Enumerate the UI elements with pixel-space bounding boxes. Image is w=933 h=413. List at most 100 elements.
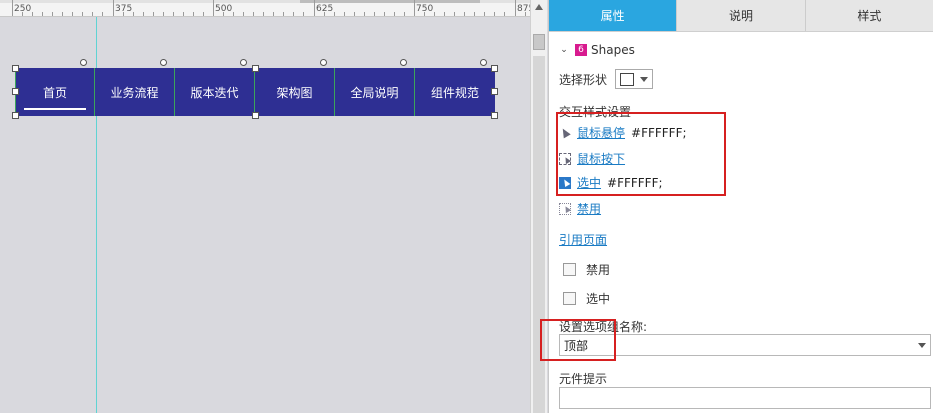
interaction-selected-row: 选中 #FFFFFF; [559, 174, 663, 191]
resize-handle[interactable] [12, 65, 19, 72]
disabled-checkbox-label: 禁用 [586, 263, 611, 277]
interaction-press-row: 鼠标按下 [559, 150, 625, 167]
interaction-hover-row: 鼠标悬停 #FFFFFF; [559, 124, 687, 141]
tab-style[interactable]: 样式 [805, 0, 933, 31]
rotate-handle[interactable] [80, 59, 87, 66]
ruler-minor-tick [374, 12, 375, 16]
ruler-minor-tick [525, 12, 526, 16]
nav-item-label: 业务流程 [110, 85, 159, 100]
ruler-major-tick [113, 0, 114, 16]
resize-handle[interactable] [252, 112, 259, 119]
rotate-handle[interactable] [160, 59, 167, 66]
rotate-handle[interactable] [320, 59, 327, 66]
design-canvas[interactable]: 250375500625750875 首页 业务流程 版本迭代 架构图 全局说明… [0, 0, 530, 413]
selected-state-icon [559, 176, 571, 189]
group-name-combobox[interactable]: 顶部 [559, 334, 931, 356]
nav-item-global-notes[interactable]: 全局说明 [335, 68, 415, 116]
nav-item-label: 首页 [42, 85, 67, 100]
ruler-minor-tick [364, 12, 365, 16]
nav-item-architecture[interactable]: 架构图 [255, 68, 335, 116]
nav-item-label: 架构图 [276, 85, 313, 100]
ruler-minor-tick [223, 12, 224, 16]
ruler-minor-tick [173, 12, 174, 16]
resize-handle[interactable] [252, 65, 259, 72]
nav-item-version-iteration[interactable]: 版本迭代 [175, 68, 255, 116]
selected-checkbox-label: 选中 [586, 292, 611, 306]
ruler-minor-tick [444, 12, 445, 16]
ruler-minor-tick [454, 12, 455, 16]
ruler-minor-tick [153, 12, 154, 16]
horizontal-ruler: 250375500625750875 [0, 0, 530, 17]
nav-item-component-spec[interactable]: 组件规范 [415, 68, 495, 116]
tab-notes[interactable]: 说明 [677, 0, 806, 31]
mouse-press-icon [559, 152, 571, 165]
ruler-minor-tick [434, 12, 435, 16]
ruler-minor-tick [193, 12, 194, 16]
vertical-scrollbar[interactable] [530, 0, 547, 413]
ruler-minor-tick [424, 12, 425, 16]
interaction-style-title: 交互样式设置 [559, 105, 632, 119]
shape-count-badge: 6 [575, 44, 587, 56]
nav-item-home[interactable]: 首页 [15, 68, 95, 116]
select-shape-label: 选择形状 [559, 72, 608, 87]
disabled-checkbox[interactable] [563, 263, 576, 276]
ruler-minor-tick [82, 12, 83, 16]
shapes-section-header[interactable]: ⌄ 6 Shapes [559, 43, 635, 57]
selected-state-link[interactable]: 选中 [577, 174, 601, 191]
resize-handle[interactable] [491, 88, 498, 95]
ruler-minor-tick [494, 12, 495, 16]
select-shape-row: 选择形状 [559, 69, 654, 89]
scroll-track[interactable] [533, 56, 545, 413]
vertical-scroll-thumb[interactable] [533, 34, 545, 50]
ruler-minor-tick [394, 12, 395, 16]
ruler-major-tick [515, 0, 516, 16]
group-name-value: 顶部 [564, 339, 589, 353]
ruler-minor-tick [72, 12, 73, 16]
ruler-minor-tick [293, 12, 294, 16]
disabled-state-icon [559, 202, 571, 215]
tooltip-label-row: 元件提示 [559, 370, 607, 387]
reference-page-link[interactable]: 引用页面 [559, 231, 607, 248]
horizontal-scroll-thumb[interactable] [300, 0, 480, 3]
resize-handle[interactable] [491, 112, 498, 119]
rotate-handle[interactable] [240, 59, 247, 66]
interaction-style-title-row: 交互样式设置 [559, 103, 631, 120]
disabled-state-link[interactable]: 禁用 [577, 200, 601, 217]
ruler-major-tick [12, 0, 13, 16]
chevron-down-icon[interactable] [918, 343, 926, 348]
ruler-minor-tick [32, 12, 33, 16]
selected-checkbox[interactable] [563, 292, 576, 305]
ruler-label: 875 [517, 4, 530, 14]
disabled-checkbox-row[interactable]: 禁用 [563, 261, 610, 278]
chevron-down-icon [640, 76, 649, 82]
nav-item-business-flow[interactable]: 业务流程 [95, 68, 175, 116]
ruler-minor-tick [233, 12, 234, 16]
inspector-panel: 属性 说明 样式 ⌄ 6 Shapes 选择形状 交互样式设置 鼠标悬停 #FF… [548, 0, 933, 413]
ruler-minor-tick [203, 12, 204, 16]
ruler-minor-tick [504, 12, 505, 16]
group-name-label-row: 设置选项组名称: [559, 318, 647, 335]
tooltip-input[interactable] [559, 387, 931, 409]
ruler-minor-tick [183, 12, 184, 16]
tooltip-label: 元件提示 [559, 372, 608, 386]
ruler-minor-tick [62, 12, 63, 16]
mouse-hover-link[interactable]: 鼠标悬停 [577, 124, 625, 141]
ruler-minor-tick [42, 12, 43, 16]
rotate-handle[interactable] [400, 59, 407, 66]
ruler-minor-tick [133, 12, 134, 16]
ruler-minor-tick [123, 12, 124, 16]
tab-properties[interactable]: 属性 [549, 0, 678, 31]
selected-checkbox-row[interactable]: 选中 [563, 290, 610, 307]
chevron-down-icon[interactable]: ⌄ [559, 45, 569, 55]
shape-picker[interactable] [615, 69, 654, 89]
ruler-major-tick [213, 0, 214, 16]
mouse-press-link[interactable]: 鼠标按下 [577, 150, 625, 167]
horizontal-scrollbar[interactable] [0, 0, 530, 3]
resize-handle[interactable] [12, 112, 19, 119]
resize-handle[interactable] [12, 88, 19, 95]
scroll-up-arrow-icon[interactable] [535, 4, 543, 10]
mouse-hover-icon [559, 127, 571, 139]
rotate-handle[interactable] [480, 59, 487, 66]
resize-handle[interactable] [491, 65, 498, 72]
top-nav-bar[interactable]: 首页 业务流程 版本迭代 架构图 全局说明 组件规范 [15, 68, 495, 116]
